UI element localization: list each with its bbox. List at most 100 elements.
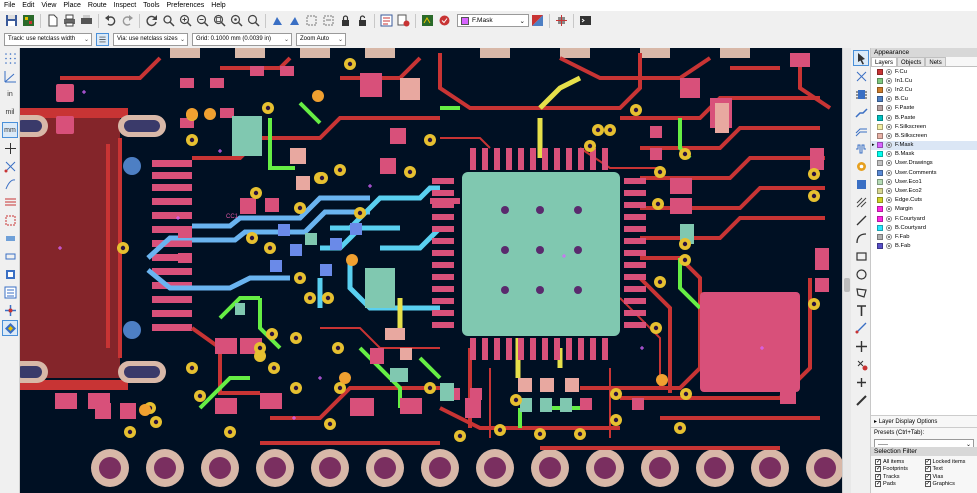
layer-color-swatch[interactable] — [877, 160, 883, 167]
layer-display-options[interactable]: ▸ Layer Display Options — [871, 415, 977, 428]
menu-tools[interactable]: Tools — [139, 0, 162, 11]
pad-outline-icon[interactable] — [2, 230, 18, 246]
checkbox[interactable]: ✓ — [875, 473, 881, 480]
layer-row[interactable]: Edge.Cuts — [871, 196, 977, 205]
visibility-eye-icon[interactable] — [886, 197, 892, 204]
checkbox[interactable]: ✓ — [875, 466, 881, 473]
delete-tool-icon[interactable] — [853, 356, 869, 372]
layer-color-swatch[interactable] — [877, 188, 883, 195]
find-icon[interactable] — [160, 13, 176, 29]
zoom-objects-icon[interactable] — [228, 13, 244, 29]
layer-row[interactable]: B.Mask — [871, 150, 977, 159]
layer-row[interactable]: In2.Cu — [871, 85, 977, 94]
drc-icon[interactable] — [395, 13, 411, 29]
layer-row[interactable]: User.Drawings — [871, 159, 977, 168]
contrast-mode-icon[interactable] — [2, 284, 18, 300]
zoom-out-icon[interactable] — [194, 13, 210, 29]
local-ratsnest-icon[interactable] — [853, 68, 869, 84]
layer-color-swatch[interactable] — [877, 86, 883, 93]
unlock-icon[interactable] — [354, 13, 370, 29]
add-via-icon[interactable] — [853, 158, 869, 174]
units-in-icon[interactable]: in — [2, 86, 18, 102]
filter-locked-items[interactable]: ✓ Locked items — [924, 458, 975, 466]
measure-tool-icon[interactable] — [853, 392, 869, 408]
visibility-eye-icon[interactable] — [886, 224, 892, 231]
auto-track-width-icon[interactable] — [96, 32, 109, 46]
visibility-eye-icon[interactable] — [886, 96, 892, 103]
add-dimension-icon[interactable] — [853, 320, 869, 336]
layer-color-swatch[interactable] — [877, 224, 883, 231]
checkbox[interactable]: ✓ — [875, 481, 881, 488]
filter-all-items[interactable]: ✓ All items — [875, 458, 925, 466]
plot-icon[interactable] — [78, 13, 94, 29]
visibility-eye-icon[interactable] — [886, 86, 892, 93]
zoom-selection-icon[interactable] — [245, 13, 261, 29]
visibility-eye-icon[interactable] — [886, 215, 892, 222]
zoom-fit-icon[interactable] — [211, 13, 227, 29]
visibility-eye-icon[interactable] — [886, 114, 892, 121]
pcb-update-icon[interactable] — [436, 13, 452, 29]
lock-icon[interactable] — [337, 13, 353, 29]
layer-row[interactable]: B.Courtyard — [871, 223, 977, 232]
filter-footprints[interactable]: ✓ Footprints — [875, 466, 925, 474]
grid-origin-icon[interactable] — [853, 374, 869, 390]
visibility-eye-icon[interactable] — [886, 123, 892, 130]
tune-length-icon[interactable] — [853, 140, 869, 156]
canvas-vertical-scrollbar[interactable] — [842, 48, 851, 493]
checkbox[interactable]: ✓ — [924, 466, 931, 473]
via-size-select[interactable]: Via: use netclass sizes ⌄ — [113, 32, 188, 46]
visibility-eye-icon[interactable] — [886, 105, 892, 112]
layer-row[interactable]: B.Paste — [871, 113, 977, 122]
route-diff-pair-icon[interactable] — [853, 122, 869, 138]
layer-color-swatch[interactable] — [877, 123, 883, 130]
grid-select[interactable]: Grid: 0.1000 mm (0.0039 in) ⌄ — [192, 32, 292, 46]
units-mm-icon[interactable]: mm — [2, 122, 18, 138]
layer-row[interactable]: F.Fab — [871, 232, 977, 241]
layer-row[interactable]: User.Eco2 — [871, 186, 977, 195]
visibility-eye-icon[interactable] — [886, 233, 892, 240]
layer-color-swatch[interactable] — [877, 169, 883, 176]
layer-row[interactable]: B.Silkscreen — [871, 131, 977, 140]
layer-color-swatch[interactable] — [877, 77, 883, 84]
print-icon[interactable] — [61, 13, 77, 29]
layer-color-swatch[interactable] — [877, 151, 883, 158]
checkbox[interactable]: ✓ — [875, 458, 881, 465]
layer-color-swatch[interactable] — [877, 114, 883, 121]
visibility-eye-icon[interactable] — [886, 206, 892, 213]
visibility-eye-icon[interactable] — [886, 132, 892, 139]
layer-color-swatch[interactable] — [877, 197, 883, 204]
grid-toggle-icon[interactable] — [2, 50, 18, 66]
layer-color-swatch[interactable] — [877, 142, 883, 149]
checkbox[interactable]: ✓ — [924, 458, 931, 465]
cursor-shape-icon[interactable] — [2, 140, 18, 156]
layers-manager-icon[interactable] — [2, 320, 18, 336]
terminal-icon[interactable] — [577, 13, 593, 29]
zone-outline-icon[interactable] — [2, 212, 18, 228]
net-highlight-icon[interactable] — [2, 302, 18, 318]
filter-vias[interactable]: ✓ Vias — [924, 473, 975, 481]
active-layer-select[interactable]: F.Mask ⌄ — [457, 14, 529, 27]
checkbox[interactable]: ✓ — [924, 481, 931, 488]
ratsnest-icon[interactable] — [2, 158, 18, 174]
polar-coords-icon[interactable] — [2, 68, 18, 84]
track-width-select[interactable]: Track: use netclass width ⌄ — [4, 32, 92, 46]
page-settings-icon[interactable] — [44, 13, 60, 29]
draw-polygon-icon[interactable] — [853, 284, 869, 300]
zoom-select[interactable]: Zoom Auto ⌄ — [296, 32, 346, 46]
mirror-icon[interactable] — [303, 13, 319, 29]
layer-row[interactable]: B.Cu — [871, 95, 977, 104]
menu-help[interactable]: Help — [207, 0, 228, 11]
layer-row[interactable]: F.Courtyard — [871, 214, 977, 223]
zoom-in-icon[interactable] — [177, 13, 193, 29]
rotate-cw-icon[interactable] — [286, 13, 302, 29]
draw-arc-icon[interactable] — [853, 230, 869, 246]
visibility-eye-icon[interactable] — [886, 160, 892, 167]
tab-nets[interactable]: Nets — [925, 57, 946, 66]
draw-line-icon[interactable] — [853, 212, 869, 228]
layer-row[interactable]: F.Cu — [871, 67, 977, 76]
route-track-icon[interactable] — [853, 104, 869, 120]
layer-color-swatch[interactable] — [877, 68, 883, 75]
menu-view[interactable]: View — [37, 0, 59, 11]
save-icon[interactable] — [3, 13, 19, 29]
visibility-eye-icon[interactable] — [886, 188, 892, 195]
